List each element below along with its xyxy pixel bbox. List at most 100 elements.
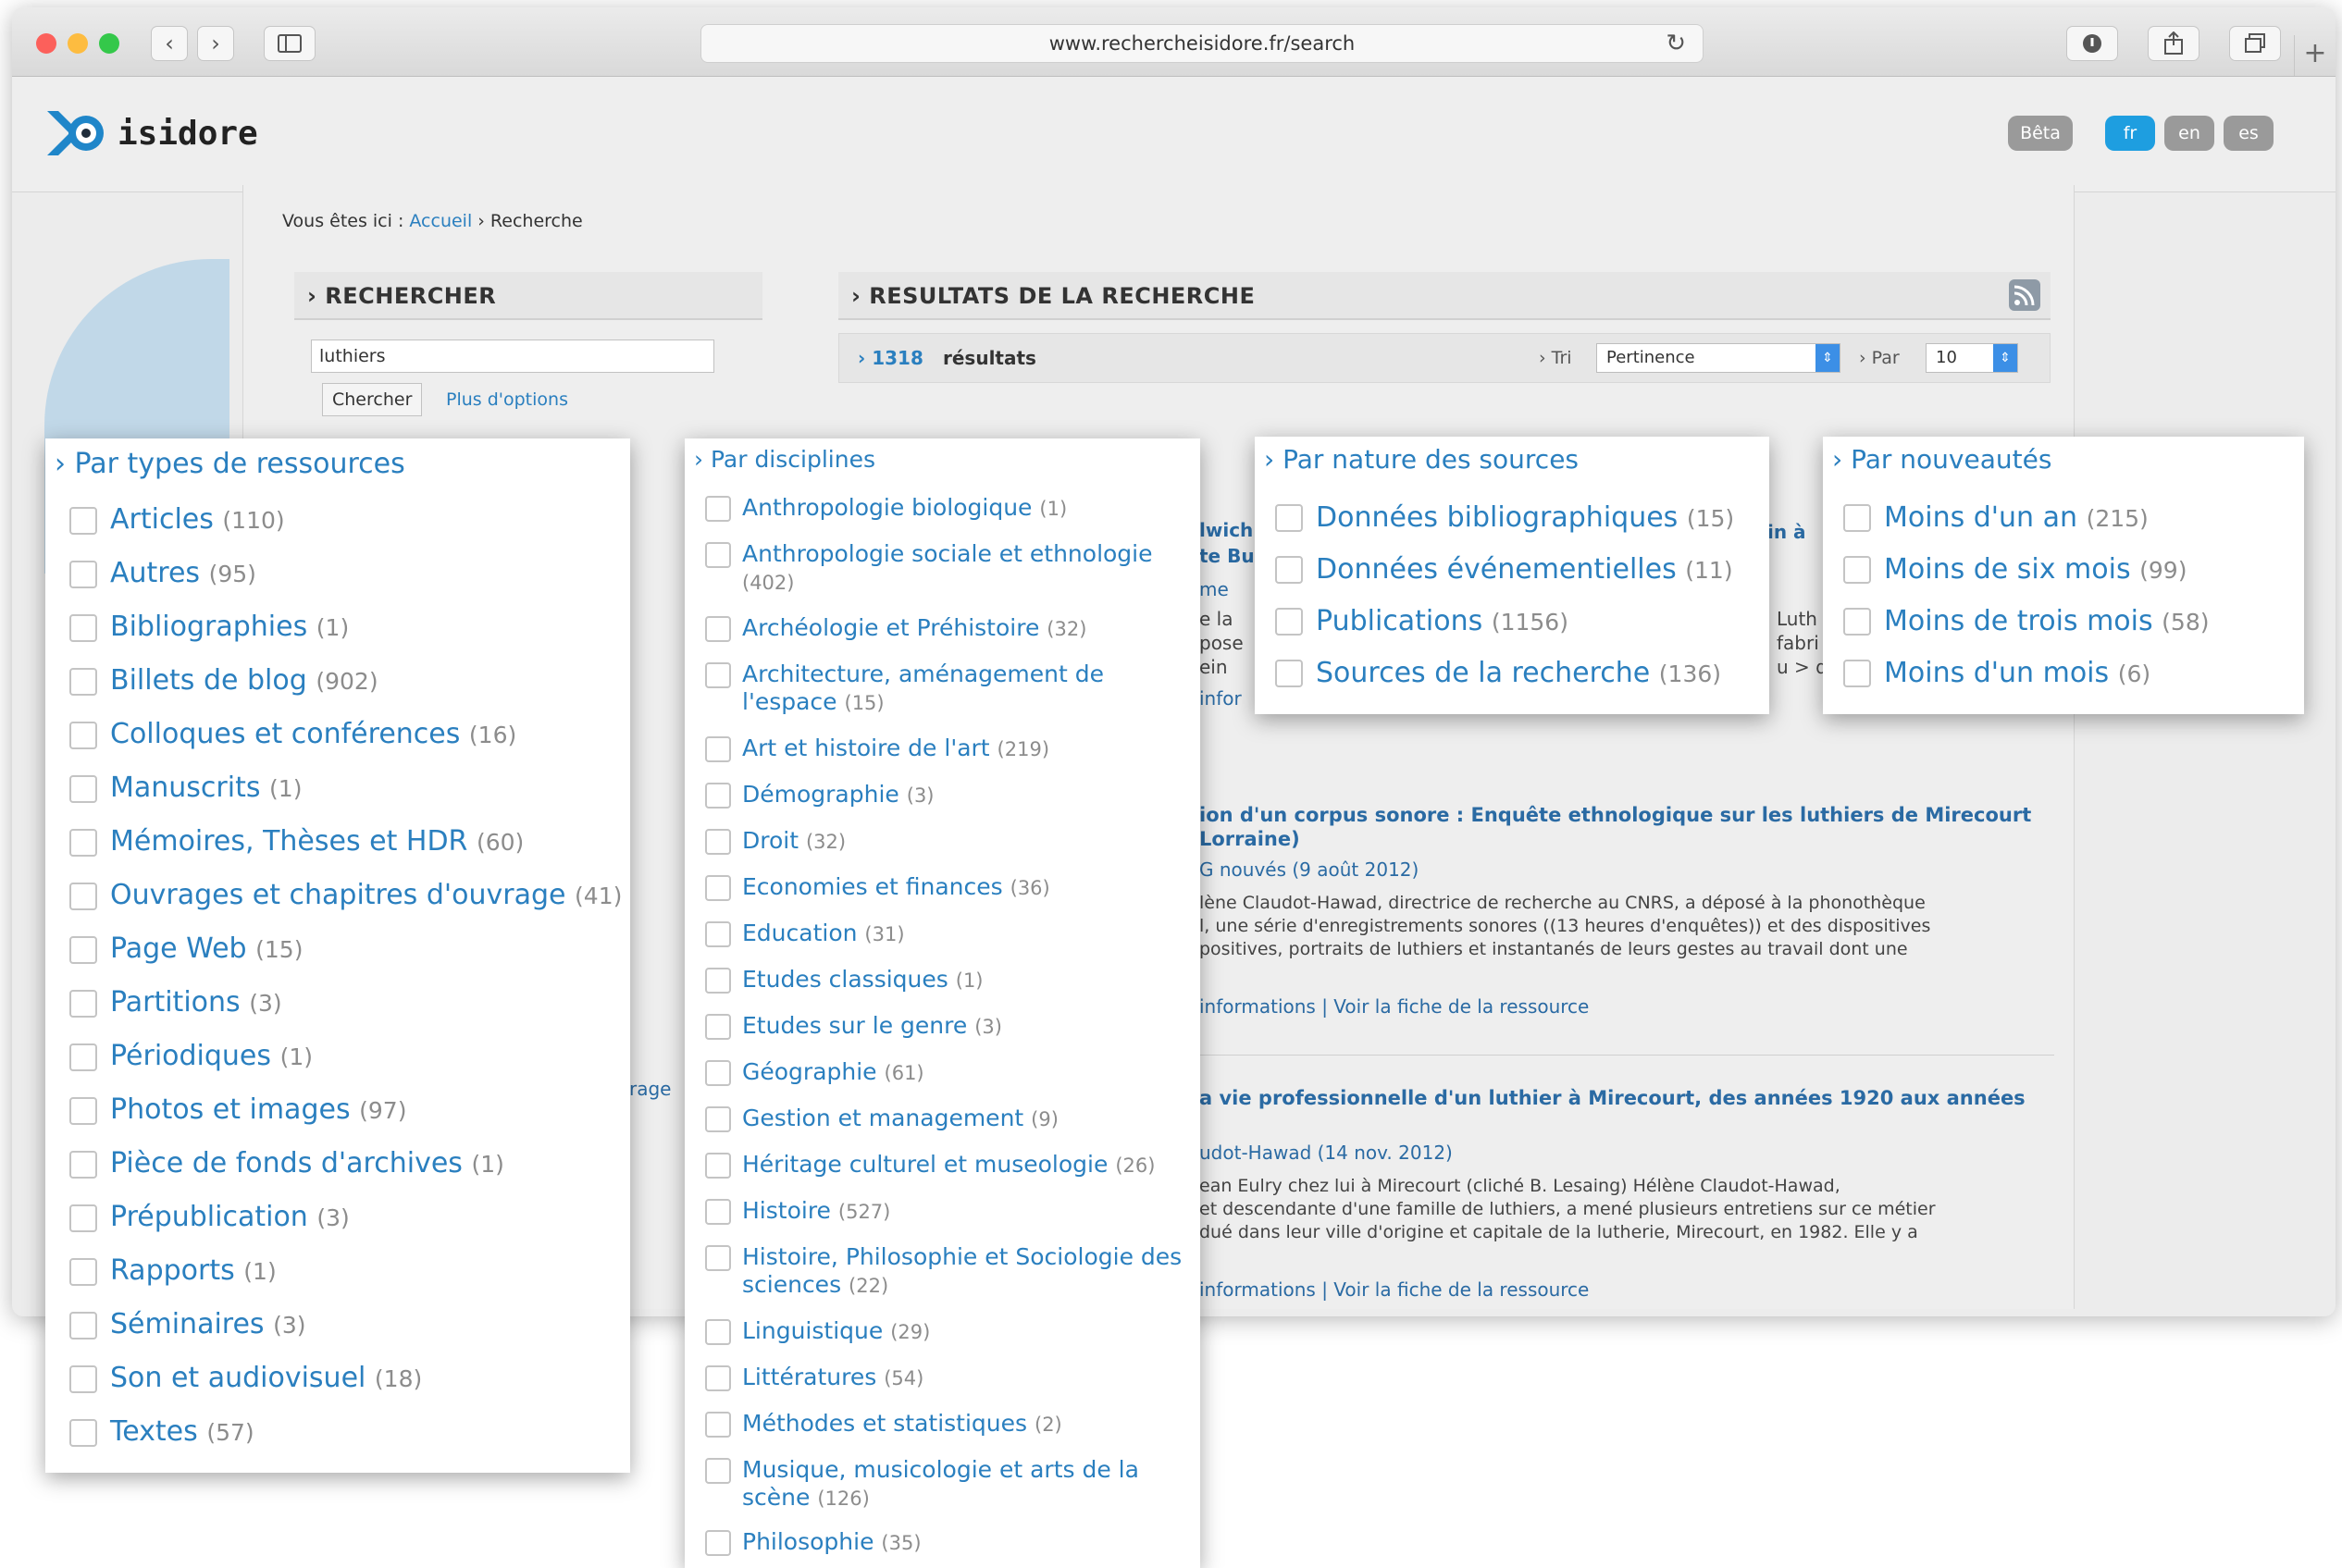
forward-button[interactable]: › — [197, 26, 234, 61]
checkbox[interactable] — [69, 936, 97, 964]
result-links[interactable]: informations | Voir la fiche de la resso… — [1199, 1278, 1589, 1301]
filter-option[interactable]: Economies et finances (36) — [705, 873, 1186, 902]
filter-option[interactable]: Moins de six mois (99) — [1843, 553, 2187, 587]
checkbox[interactable] — [69, 507, 97, 535]
breadcrumb-home-link[interactable]: Accueil — [409, 211, 472, 231]
search-submit-button[interactable]: Chercher — [322, 383, 423, 416]
filter-option[interactable]: Périodiques (1) — [69, 1040, 313, 1074]
filter-option[interactable]: Etudes sur le genre (3) — [705, 1012, 1186, 1041]
checkbox[interactable] — [705, 1014, 731, 1040]
checkbox[interactable] — [1843, 660, 1871, 687]
filter-option[interactable]: Education (31) — [705, 920, 1186, 948]
checkbox[interactable] — [1275, 608, 1303, 636]
sort-select[interactable]: Pertinence ⇕ — [1596, 343, 1840, 373]
filter-option[interactable]: Moins d'un mois (6) — [1843, 657, 2150, 691]
checkbox[interactable] — [69, 1419, 97, 1447]
filter-option[interactable]: Prépublication (3) — [69, 1201, 350, 1235]
checkbox[interactable] — [705, 1365, 731, 1391]
filter-option[interactable]: Art et histoire de l'art (219) — [705, 735, 1186, 763]
filter-option[interactable]: Articles (110) — [69, 503, 285, 537]
filter-option[interactable]: Moins de trois mois (58) — [1843, 605, 2210, 639]
per-page-select[interactable]: 10 ⇕ — [1926, 343, 2018, 373]
filter-option[interactable]: Billets de blog (902) — [69, 664, 378, 698]
checkbox[interactable] — [705, 1199, 731, 1225]
rss-icon[interactable] — [2009, 279, 2040, 311]
language-en-button[interactable]: en — [2164, 116, 2214, 151]
checkbox[interactable] — [69, 1097, 97, 1125]
checkbox[interactable] — [69, 561, 97, 588]
site-logo[interactable]: isidore — [45, 107, 258, 159]
filter-option[interactable]: Histoire (527) — [705, 1197, 1186, 1226]
filter-option[interactable]: Mémoires, Thèses et HDR (60) — [69, 825, 524, 859]
checkbox[interactable] — [1275, 504, 1303, 532]
checkbox[interactable] — [69, 1312, 97, 1340]
checkbox[interactable] — [1843, 556, 1871, 584]
beta-badge[interactable]: Bêta — [2008, 116, 2073, 151]
filter-option[interactable]: Philosophie (35) — [705, 1528, 1186, 1557]
filter-option[interactable]: Gestion et management (9) — [705, 1105, 1186, 1133]
checkbox[interactable] — [1275, 660, 1303, 687]
filter-option[interactable]: Autres (95) — [69, 557, 256, 591]
filter-option[interactable]: Manuscrits (1) — [69, 772, 302, 806]
checkbox[interactable] — [1843, 504, 1871, 532]
filter-option[interactable]: Méthodes et statistiques (2) — [705, 1410, 1186, 1438]
filter-option[interactable]: Anthropologie sociale et ethnologie (402… — [705, 540, 1186, 597]
filter-option[interactable]: Linguistique (29) — [705, 1317, 1186, 1346]
checkbox[interactable] — [705, 1530, 731, 1556]
close-window-button[interactable] — [36, 33, 56, 54]
checkbox[interactable] — [705, 1319, 731, 1345]
checkbox[interactable] — [705, 1412, 731, 1438]
checkbox[interactable] — [69, 1365, 97, 1393]
filter-option[interactable]: Publications (1156) — [1275, 605, 1568, 639]
result-title[interactable]: a vie professionnelle d'un luthier à Mir… — [1199, 1086, 2026, 1110]
checkbox[interactable] — [705, 1245, 731, 1271]
filter-option[interactable]: Bibliographies (1) — [69, 611, 349, 645]
checkbox[interactable] — [69, 614, 97, 642]
more-options-link[interactable]: Plus d'options — [446, 383, 568, 416]
checkbox[interactable] — [69, 722, 97, 749]
share-button[interactable] — [2148, 26, 2199, 61]
filter-option[interactable]: Données événementielles (11) — [1275, 553, 1733, 587]
language-es-button[interactable]: es — [2224, 116, 2274, 151]
filter-option[interactable]: Partitions (3) — [69, 986, 282, 1020]
filter-option[interactable]: Littératures (54) — [705, 1364, 1186, 1392]
checkbox[interactable] — [69, 1043, 97, 1071]
reload-icon[interactable]: ↻ — [1666, 25, 1686, 62]
language-fr-button[interactable]: fr — [2105, 116, 2155, 151]
filter-option[interactable]: Données bibliographiques (15) — [1275, 501, 1734, 536]
filter-option[interactable]: Héritage culturel et museologie (26) — [705, 1151, 1186, 1179]
filter-option[interactable]: Droit (32) — [705, 827, 1186, 856]
checkbox[interactable] — [69, 775, 97, 803]
result-links[interactable]: informations | Voir la fiche de la resso… — [1199, 995, 1589, 1018]
checkbox[interactable] — [705, 616, 731, 642]
checkbox[interactable] — [69, 990, 97, 1018]
filter-option[interactable]: Ouvrages et chapitres d'ouvrage (41) — [69, 879, 622, 913]
filter-option[interactable]: Histoire, Philosophie et Sociologie des … — [705, 1243, 1186, 1300]
filter-option[interactable]: Musique, musicologie et arts de la scène… — [705, 1456, 1186, 1512]
checkbox[interactable] — [705, 1106, 731, 1132]
sidebar-toggle-button[interactable] — [264, 26, 316, 61]
checkbox[interactable] — [705, 662, 731, 688]
filter-option[interactable]: Géographie (61) — [705, 1058, 1186, 1087]
filter-option[interactable]: Rapports (1) — [69, 1254, 277, 1289]
filter-option[interactable]: Photos et images (97) — [69, 1093, 406, 1128]
checkbox[interactable] — [705, 968, 731, 994]
result-title[interactable]: ion d'un corpus sonore : Enquête ethnolo… — [1199, 803, 2031, 851]
privacy-button[interactable] — [2066, 26, 2118, 61]
checkbox[interactable] — [69, 1204, 97, 1232]
checkbox[interactable] — [705, 875, 731, 901]
checkbox[interactable] — [69, 883, 97, 910]
filter-option[interactable]: Textes (57) — [69, 1415, 254, 1450]
checkbox[interactable] — [705, 829, 731, 855]
checkbox[interactable] — [705, 1153, 731, 1179]
zoom-window-button[interactable] — [99, 33, 119, 54]
filter-option[interactable]: Anthropologie biologique (1) — [705, 494, 1186, 523]
search-input[interactable]: luthiers — [311, 340, 714, 373]
tabs-overview-button[interactable] — [2229, 26, 2281, 61]
filter-option[interactable]: Colloques et conférences (16) — [69, 718, 516, 752]
filter-option[interactable]: Pièce de fonds d'archives (1) — [69, 1147, 504, 1181]
checkbox[interactable] — [69, 1151, 97, 1179]
minimize-window-button[interactable] — [68, 33, 88, 54]
checkbox[interactable] — [705, 736, 731, 762]
checkbox[interactable] — [1275, 556, 1303, 584]
